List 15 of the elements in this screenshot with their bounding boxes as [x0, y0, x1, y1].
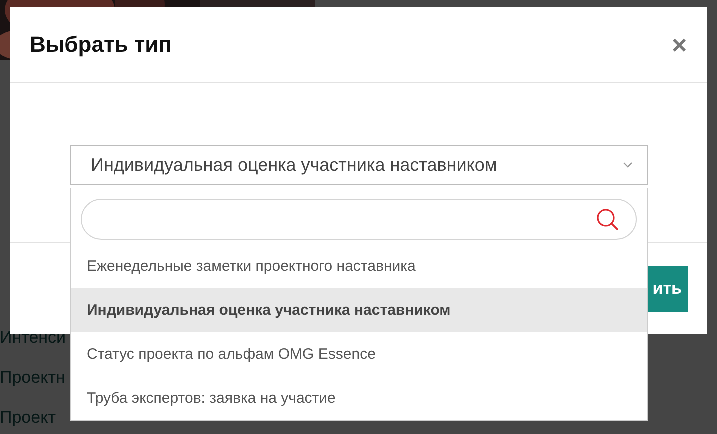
- dropdown-option[interactable]: Индивидуальная оценка участника наставником: [71, 288, 647, 332]
- search-icon: [596, 208, 620, 232]
- dropdown-option[interactable]: Статус проекта по альфам OMG Essence: [71, 332, 647, 376]
- search-field[interactable]: [81, 199, 637, 240]
- dropdown-option[interactable]: Еженедельные заметки проектного наставника: [71, 244, 647, 288]
- select-value: Индивидуальная оценка участника наставником: [91, 154, 498, 176]
- page-text: Проектн: [0, 367, 66, 389]
- dropdown-option[interactable]: Труба экспертов: заявка на участие: [71, 376, 647, 420]
- dialog-title: Выбрать тип: [30, 32, 172, 58]
- type-select[interactable]: Индивидуальная оценка участника наставником: [70, 145, 648, 185]
- chevron-icon: [623, 162, 633, 168]
- save-button[interactable]: ить: [646, 266, 688, 312]
- page-text: Проект: [0, 407, 57, 429]
- page-text: Интенси: [0, 327, 68, 349]
- close-button[interactable]: ×: [672, 32, 687, 58]
